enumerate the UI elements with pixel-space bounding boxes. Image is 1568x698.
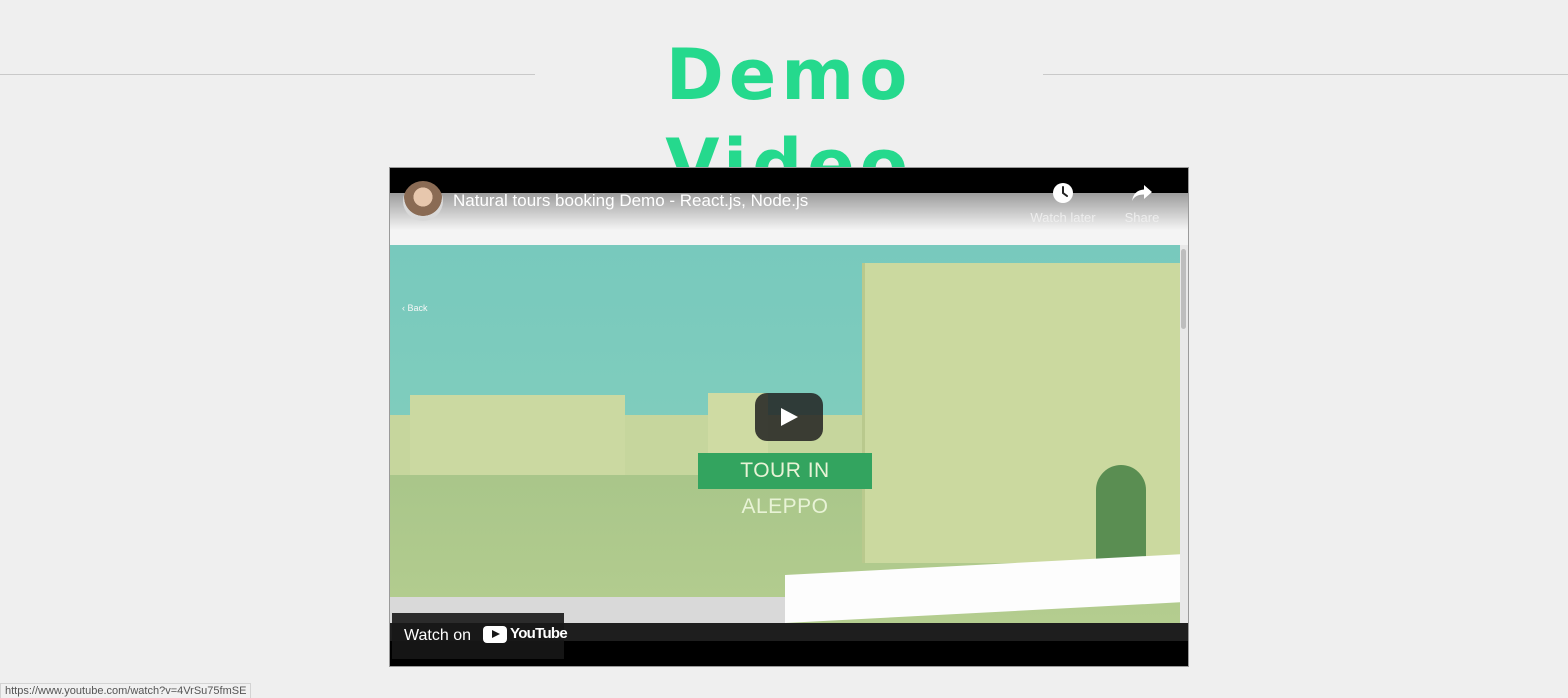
- watch-on-label: Watch on: [404, 627, 471, 644]
- clock-icon: [1053, 183, 1073, 203]
- youtube-play-icon: [483, 626, 507, 643]
- watch-later-button[interactable]: Watch later: [1025, 182, 1101, 225]
- share-icon: [1132, 185, 1152, 201]
- play-button[interactable]: [755, 393, 823, 441]
- youtube-embed-player[interactable]: ‹ Back TOUR IN ALEPPO Natural tours book…: [389, 167, 1189, 667]
- video-scrollbar-thumb: [1181, 249, 1186, 329]
- video-scrollbar: [1180, 245, 1188, 623]
- youtube-logo-text: YouTube: [510, 625, 568, 642]
- channel-avatar[interactable]: [403, 181, 443, 221]
- title-divider-left: [0, 74, 535, 75]
- section-title-row: Demo Video: [0, 30, 1568, 206]
- youtube-logo: YouTube: [483, 625, 568, 646]
- tour-title-badge: TOUR IN ALEPPO: [698, 453, 872, 518]
- video-header-overlay: Natural tours booking Demo - React.js, N…: [390, 168, 1188, 230]
- share-label: Share: [1124, 210, 1160, 225]
- watch-on-youtube-button[interactable]: Watch on YouTube: [392, 613, 568, 659]
- scene-back-link: ‹ Back: [402, 303, 428, 313]
- share-button[interactable]: Share: [1118, 182, 1166, 225]
- status-bar-url: https://www.youtube.com/watch?v=4VrSu75f…: [0, 683, 252, 698]
- scene-back-label: Back: [407, 303, 428, 313]
- watch-later-label: Watch later: [1030, 210, 1096, 225]
- video-title[interactable]: Natural tours booking Demo - React.js, N…: [453, 191, 808, 211]
- title-divider-right: [1043, 74, 1568, 75]
- play-icon: [781, 408, 798, 426]
